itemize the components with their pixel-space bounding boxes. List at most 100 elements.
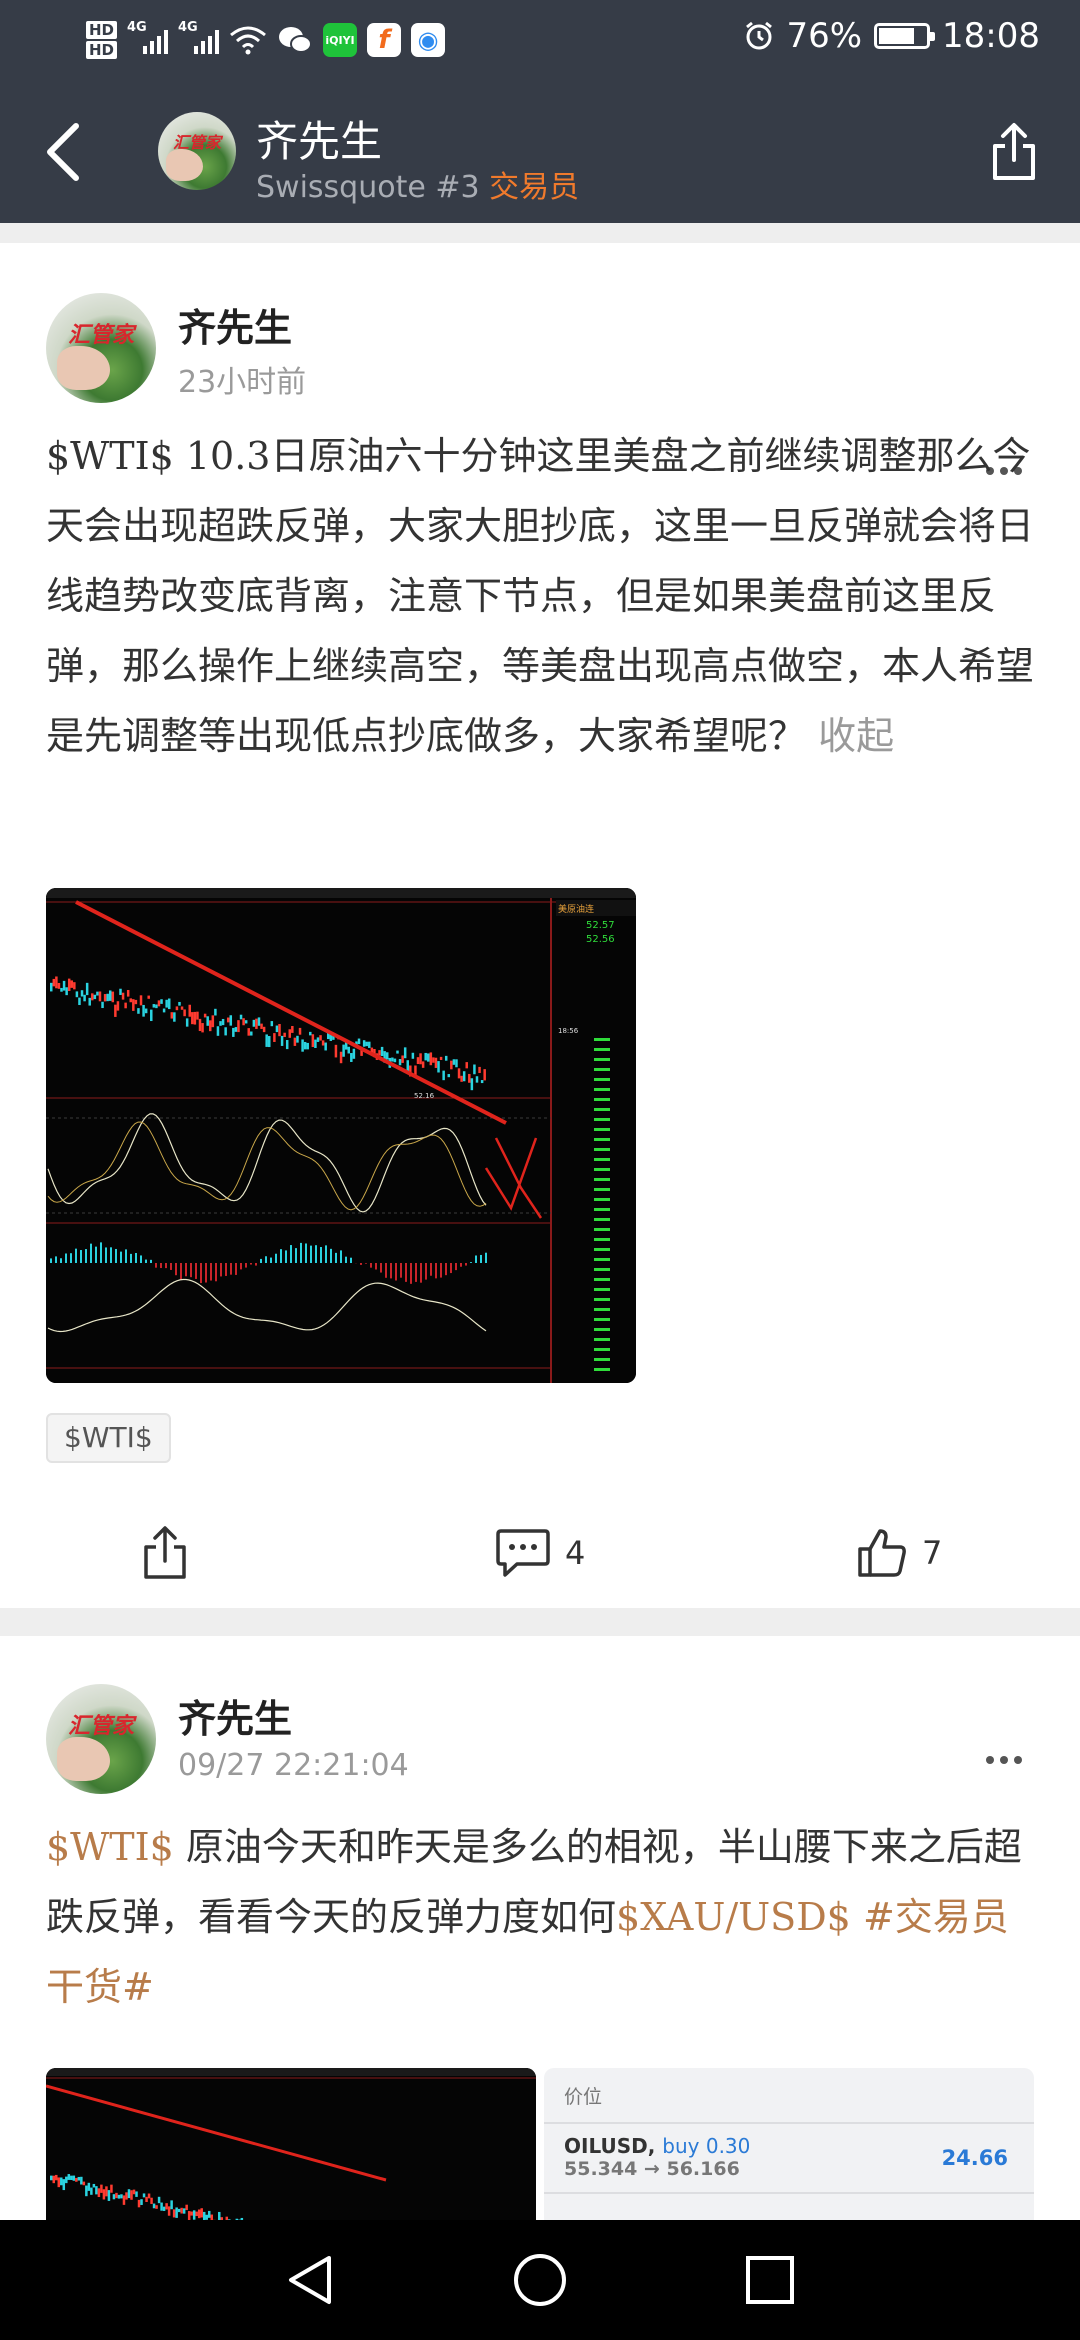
tick-row: [594, 1138, 610, 1141]
header-avatar[interactable]: 汇管家: [158, 112, 236, 190]
tick-row: [594, 1258, 610, 1261]
candle: [180, 1006, 184, 1010]
post-body: $WTI$ 10.3日原油六十分钟这里美盘之前继续调整那么今天会出现超跌反弹，大…: [46, 421, 1036, 771]
candle: [434, 1057, 438, 1068]
candle: [115, 2192, 118, 2199]
candle: [72, 2175, 76, 2181]
candle: [192, 2210, 196, 2220]
candle: [452, 1059, 456, 1065]
symbol-tag-chip[interactable]: $WTI$: [46, 1413, 171, 1463]
candle: [283, 1032, 286, 1038]
candle: [119, 988, 122, 995]
candle: [117, 2194, 121, 2199]
post-card[interactable]: 汇管家 齐先生 09/27 22:21:04 $WTI$ 原油今天和昨天是多么的…: [0, 1636, 1080, 2220]
collapse-link[interactable]: 收起: [818, 714, 894, 758]
candle: [273, 1033, 276, 1042]
candle: [57, 2177, 61, 2188]
candle: [122, 2195, 126, 2205]
candle: [165, 999, 168, 1008]
post-symbol-tag[interactable]: $WTI$: [46, 434, 174, 478]
candle: [450, 1060, 453, 1070]
like-action[interactable]: 7: [856, 1503, 942, 1603]
candle: [105, 2186, 108, 2197]
trading-chart-2: [46, 2068, 536, 2220]
post-author[interactable]: 齐先生: [178, 297, 292, 352]
histogram-bar: [395, 1263, 397, 1281]
app-f-icon: f: [367, 23, 402, 57]
histogram-bar: [190, 1263, 192, 1278]
candle: [127, 2189, 131, 2199]
histogram-bar: [420, 1263, 422, 1283]
candle: [193, 1011, 197, 1025]
quote-panel[interactable]: 价位 OILUSD, buy 0.30 55.344 → 56.166 24.6…: [544, 2068, 1034, 2220]
candle: [234, 1027, 238, 1032]
candle: [218, 2211, 221, 2220]
histogram-bar: [480, 1254, 482, 1263]
quote-header: 价位: [544, 2068, 1034, 2124]
tick-row: [594, 1328, 610, 1331]
chart-screenshot[interactable]: 52.16 美原油连 52.57 52.56 18:56: [46, 888, 636, 1383]
candle: [172, 2209, 176, 2218]
price-label: 52.16: [414, 1092, 435, 1100]
post-author[interactable]: 齐先生: [178, 1688, 292, 1743]
histogram-bar: [85, 1249, 87, 1263]
candle: [221, 1018, 225, 1026]
profile-header: 汇管家 齐先生 Swissquote #3 交易员: [0, 80, 1080, 223]
back-button[interactable]: [30, 116, 94, 188]
candle: [470, 1078, 474, 1091]
comment-action[interactable]: 4: [495, 1503, 585, 1603]
post-symbol-tag[interactable]: $WTI$: [46, 1825, 174, 1869]
candle: [303, 1041, 307, 1050]
post-avatar[interactable]: 汇管家: [46, 1684, 156, 1794]
candle: [180, 2207, 183, 2214]
candle: [152, 1004, 156, 1008]
candle: [150, 2197, 153, 2204]
histogram-bar: [145, 1259, 147, 1263]
share-action[interactable]: [142, 1503, 188, 1603]
chart-screenshot[interactable]: [46, 2068, 536, 2220]
candle: [439, 1056, 443, 1061]
candle: [103, 994, 107, 1002]
comment-icon: [496, 1529, 550, 1577]
candle: [65, 2176, 68, 2184]
tick-row: [594, 1188, 610, 1191]
candle: [170, 2200, 173, 2210]
candle: [73, 982, 76, 990]
candle: [406, 1060, 409, 1071]
post-card[interactable]: 汇管家 齐先生 23小时前 $WTI$ 10.3日原油六十分钟这里美盘之前继续调…: [0, 243, 1080, 1608]
candle: [75, 991, 79, 998]
tick-row: [594, 1198, 610, 1201]
post-body: $WTI$ 原油今天和昨天是多么的相视，半山腰下来之后超跌反弹，看看今天的反弹力…: [46, 1812, 1036, 2022]
quote-row[interactable]: OILUSD, buy 0.30 55.344 → 56.166 24.66: [544, 2124, 1034, 2194]
histogram-bar: [170, 1263, 172, 1270]
candle: [77, 2176, 81, 2181]
histogram-bar: [295, 1248, 297, 1263]
candle: [455, 1059, 458, 1068]
candle: [339, 1051, 343, 1064]
header-share-button[interactable]: [978, 116, 1050, 188]
nav-recents-button[interactable]: [740, 2250, 800, 2310]
candle: [368, 1041, 371, 1048]
like-count: 7: [922, 1534, 943, 1572]
histogram-bar: [220, 1263, 222, 1277]
trading-chart: 52.16 美原油连 52.57 52.56 18:56: [46, 888, 636, 1383]
nav-back-button[interactable]: [280, 2250, 340, 2310]
tick-row: [594, 1218, 610, 1221]
histogram-bar: [50, 1258, 52, 1263]
tick-row: [594, 1168, 610, 1171]
histogram-bar: [75, 1248, 77, 1263]
post-symbol-tag-2[interactable]: $XAU/USD$: [616, 1895, 851, 1939]
post-avatar[interactable]: 汇管家: [46, 293, 156, 403]
candle: [316, 1037, 320, 1042]
nav-home-button[interactable]: [510, 2250, 570, 2310]
histogram-bar: [60, 1258, 62, 1263]
candle: [80, 2176, 83, 2185]
candle: [462, 1071, 466, 1082]
histogram-bar: [385, 1263, 387, 1278]
histogram-bar: [80, 1250, 82, 1263]
tick-row: [594, 1208, 610, 1211]
tick-row: [594, 1228, 610, 1231]
more-options-button[interactable]: [974, 1740, 1034, 1780]
tick-row: [594, 1088, 610, 1091]
candle: [142, 1004, 145, 1017]
